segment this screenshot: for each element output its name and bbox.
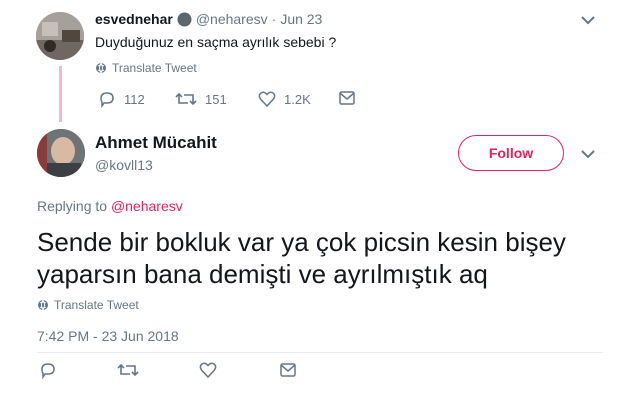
follow-button[interactable]: Follow xyxy=(458,135,564,171)
like-icon xyxy=(258,90,276,108)
parent-chevron-down-icon[interactable] xyxy=(580,14,596,26)
parent-date[interactable]: Jun 23 xyxy=(280,11,322,27)
parent-display-name[interactable]: esvednehar xyxy=(95,11,173,27)
parent-avatar-image xyxy=(36,12,84,60)
reply-text-line-2: yaparsın bana demişti ve ayrılmıştık aq xyxy=(37,259,488,289)
retweet-icon xyxy=(117,361,139,379)
reply-timestamp[interactable]: 7:42 PM - 23 Jun 2018 xyxy=(37,328,179,344)
parent-reply-button[interactable]: 112 xyxy=(98,90,145,108)
parent-like-count: 1.2K xyxy=(284,91,311,107)
globe-icon xyxy=(95,62,107,74)
globe-icon xyxy=(37,299,49,311)
dm-icon xyxy=(279,362,297,378)
reply-icon xyxy=(98,90,116,108)
parent-reply-count: 112 xyxy=(124,91,145,107)
reply-dm-button[interactable] xyxy=(279,362,297,378)
verified-badge-icon xyxy=(177,12,192,27)
reply-translate-link[interactable]: Translate Tweet xyxy=(37,298,139,312)
parent-translate-label: Translate Tweet xyxy=(112,61,197,75)
parent-tweet-text: Duyduğunuz en saçma ayrılık sebebi ? xyxy=(95,34,337,50)
thread-line xyxy=(59,66,62,122)
divider xyxy=(37,352,603,353)
dm-icon xyxy=(338,90,356,106)
parent-handle[interactable]: @neharesv xyxy=(196,11,268,27)
reply-text-line-1: Sende bir bokluk var ya çok picsin kesin… xyxy=(37,227,566,257)
parent-retweet-count: 151 xyxy=(205,91,227,107)
reply-avatar-image xyxy=(37,129,85,177)
parent-like-button[interactable]: 1.2K xyxy=(258,90,311,108)
reply-like-button[interactable] xyxy=(199,361,217,379)
reply-chevron-down-icon[interactable] xyxy=(580,148,596,160)
reply-reply-button[interactable] xyxy=(39,361,57,379)
parent-separator: · xyxy=(271,11,277,27)
replying-to-handle[interactable]: @neharesv xyxy=(111,198,183,214)
reply-translate-label: Translate Tweet xyxy=(54,298,139,312)
parent-avatar[interactable] xyxy=(36,12,84,60)
parent-retweet-button[interactable]: 151 xyxy=(175,90,227,108)
parent-dm-button[interactable] xyxy=(338,90,356,106)
reply-avatar[interactable] xyxy=(37,129,85,177)
parent-translate-link[interactable]: Translate Tweet xyxy=(95,61,197,75)
reply-retweet-button[interactable] xyxy=(117,361,139,379)
reply-tweet-text: Sende bir bokluk var ya çok picsin kesin… xyxy=(37,226,566,290)
reply-handle[interactable]: @kovll13 xyxy=(95,157,153,173)
retweet-icon xyxy=(175,90,197,108)
replying-to-line: Replying to @neharesv xyxy=(37,198,183,214)
reply-display-name[interactable]: Ahmet Mücahit xyxy=(95,133,217,153)
like-icon xyxy=(199,361,217,379)
replying-to-prefix: Replying to xyxy=(37,198,108,214)
reply-icon xyxy=(39,361,57,379)
